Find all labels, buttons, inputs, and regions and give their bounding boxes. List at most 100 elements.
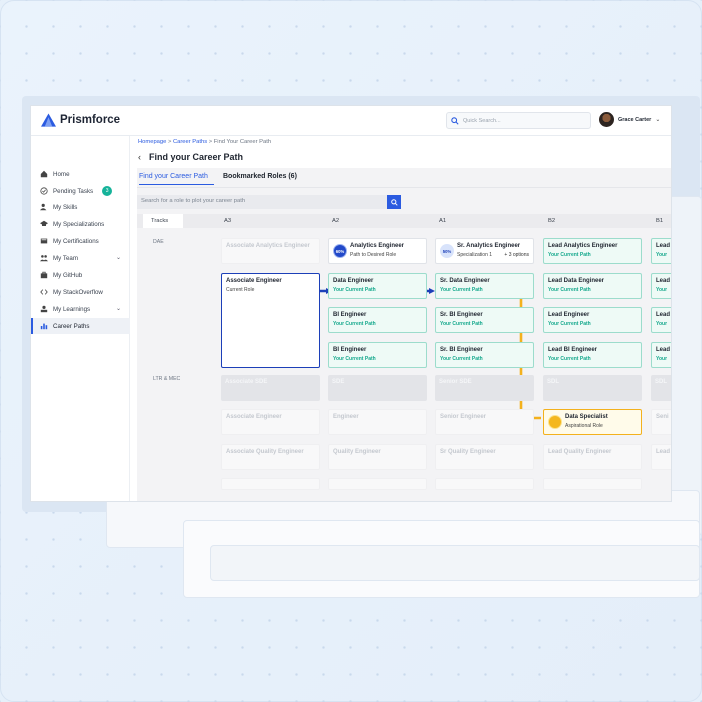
certificate-icon [40,238,48,244]
role-subtitle: Your Current Path [440,321,483,327]
sidebar-item-label: My Certifications [53,237,99,245]
search-placeholder: Quick Search... [463,117,501,124]
prismforce-logo-icon [41,113,56,127]
role-subtitle: Your Current Path [440,287,483,293]
role-name: Lead [656,243,671,249]
role-card-sr-analytics-engineer[interactable]: 50% Sr. Analytics Engineer Specializatio… [435,238,534,264]
aspirational-role-card[interactable]: Data Specialist Aspirational Role [543,409,642,435]
role-name: Associate Engineer [226,414,282,420]
sidebar-item-career-paths[interactable]: Career Paths [31,318,130,334]
role-card[interactable]: Sr. BI Engineer Your Current Path [435,342,534,368]
aspiration-badge [548,415,562,429]
sidebar-item-label: Home [53,170,70,178]
role-subtitle: Your Current Path [548,287,591,293]
role-card[interactable]: Lead Data Engineer Your Current Path [543,273,642,299]
role-card[interactable]: Associate Analytics Engineer [221,238,320,264]
role-name: Data Specialist [565,414,608,420]
team-icon [40,255,48,262]
sidebar-item-label: Career Paths [53,322,90,330]
role-name: Sr. Analytics Engineer [457,243,521,249]
role-name: Sr. BI Engineer [440,347,483,353]
role-name: BI Engineer [333,347,367,353]
role-subtitle: Aspirational Role [565,423,603,429]
role-card[interactable]: SDL [543,375,642,401]
role-card[interactable]: Sr. Data Engineer Your Current Path [435,273,534,299]
sidebar-item-my-specializations[interactable]: My Specializations [31,216,130,232]
role-name: Sr. BI Engineer [440,312,483,318]
role-card[interactable]: SDL [651,375,671,401]
sidebar-item-my-certifications[interactable]: My Certifications [31,233,130,249]
role-card[interactable]: Sr. BI Engineer Your Current Path [435,307,534,333]
role-card[interactable]: Lead [651,444,671,470]
role-card[interactable]: Senior SDE [435,375,534,401]
role-card[interactable] [221,478,320,490]
sidebar-item-my-github[interactable]: My GitHub [31,267,130,283]
role-card[interactable]: Lead Your [651,238,671,264]
tab-find-career-path[interactable]: Find your Career Path [139,173,214,185]
graduation-cap-icon [40,220,48,226]
breadcrumb-career-paths[interactable]: Career Paths [173,139,207,145]
code-icon [40,289,48,295]
tab-bookmarked-roles[interactable]: Bookmarked Roles (6) [223,173,297,184]
pending-count-badge: 3 [102,186,113,196]
role-card[interactable]: Associate SDE [221,375,320,401]
role-card[interactable]: BI Engineer Your Current Path [328,307,427,333]
role-card[interactable]: Lead BI Engineer Your Current Path [543,342,642,368]
role-card[interactable]: Senior Engineer [435,409,534,435]
role-search-input[interactable]: Search for a role to plot your career pa… [137,195,387,209]
role-name: Engineer [333,414,359,420]
role-card[interactable]: Lead Your [651,342,671,368]
role-card[interactable]: Lead Your [651,273,671,299]
role-card[interactable]: Quality Engineer [328,444,427,470]
role-card[interactable]: SDE [328,375,427,401]
role-subtitle: Your Current Path [333,321,376,327]
sidebar-item-home[interactable]: Home [31,166,130,182]
role-card[interactable] [435,478,534,490]
more-options-link[interactable]: + 3 options [504,252,529,258]
sidebar-item-my-stackoverflow[interactable]: My StackOverflow [31,284,130,300]
tab-bar: Find your Career Path Bookmarked Roles (… [137,168,671,188]
role-name: Lead [656,449,671,455]
role-name: Lead Analytics Engineer [548,243,618,249]
check-circle-icon [40,187,48,195]
backdrop-layer [210,545,700,581]
chevron-down-icon[interactable]: ⌄ [116,254,121,261]
role-subtitle: Your Current Path [548,356,591,362]
chevron-down-icon[interactable]: ⌄ [116,305,121,312]
role-card[interactable]: Seni [651,409,671,435]
role-name: Analytics Engineer [350,243,405,249]
current-role-card[interactable]: Associate Engineer Current Role [221,273,320,368]
sidebar-item-my-team[interactable]: My Team ⌄ [31,250,130,266]
quick-search-input[interactable]: Quick Search... [446,112,591,129]
role-name: Lead Engineer [548,312,590,318]
role-name: Associate Analytics Engineer [226,243,310,249]
role-card[interactable] [328,478,427,490]
role-name: Senior Engineer [440,414,487,420]
role-card[interactable]: Sr Quality Engineer [435,444,534,470]
sidebar-item-pending-tasks[interactable]: Pending Tasks 3 [31,183,130,199]
role-card-analytics-engineer[interactable]: 60% Analytics Engineer Path to Desired R… [328,238,427,264]
role-card[interactable] [543,478,642,490]
back-arrow-icon[interactable]: ‹ [138,152,141,162]
role-name: Associate SDE [225,379,268,385]
role-card[interactable]: BI Engineer Your Current Path [328,342,427,368]
role-card[interactable]: Lead Analytics Engineer Your Current Pat… [543,238,642,264]
role-card[interactable]: Lead Engineer Your Current Path [543,307,642,333]
brand-name: Prismforce [60,114,121,126]
breadcrumb-current: Find Your Career Path [213,139,272,145]
sidebar-item-label: My Team [53,254,78,262]
role-card[interactable]: Data Engineer Your Current Path [328,273,427,299]
role-name: Seni [656,414,669,420]
breadcrumb-home[interactable]: Homepage [138,139,166,145]
role-search-button[interactable] [387,195,401,209]
sidebar-item-my-learnings[interactable]: My Learnings ⌄ [31,301,130,317]
user-menu[interactable]: Grace Carter ⌄ [599,112,660,127]
role-card[interactable]: Engineer [328,409,427,435]
role-card[interactable]: Lead Quality Engineer [543,444,642,470]
role-card[interactable]: Lead Your [651,307,671,333]
role-name: Lead [656,278,671,284]
role-card[interactable]: Associate Engineer [221,409,320,435]
sidebar-item-my-skills[interactable]: My Skills [31,199,130,215]
role-card[interactable]: Associate Quality Engineer [221,444,320,470]
logo[interactable]: Prismforce [41,113,120,127]
